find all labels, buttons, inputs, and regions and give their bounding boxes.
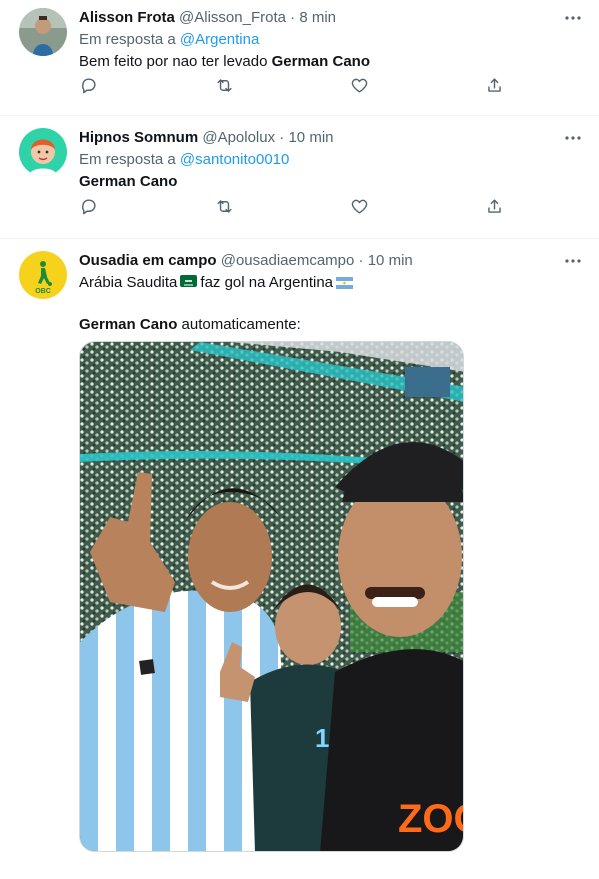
tweet-text-plain: Bem feito por nao ter levado — [79, 53, 272, 70]
avatar-logo-text: OBC — [35, 288, 51, 295]
timestamp[interactable]: 8 min — [299, 9, 336, 26]
share-icon[interactable] — [485, 197, 505, 217]
like-icon[interactable] — [350, 197, 370, 217]
like-icon[interactable] — [350, 76, 370, 96]
argentina-flag-icon — [336, 275, 354, 289]
avatar[interactable] — [19, 8, 67, 56]
separator: · — [279, 129, 285, 146]
reply-icon[interactable] — [79, 76, 99, 96]
separator: · — [358, 252, 364, 269]
reply-icon[interactable] — [79, 197, 99, 217]
tweet-text: Bem feito por nao ter levado German Cano — [79, 52, 579, 72]
more-icon[interactable] — [563, 251, 583, 271]
tweet-text-bold: German Cano — [79, 173, 178, 190]
more-icon[interactable] — [563, 8, 583, 28]
reply-context: Em resposta a @santonito0010 — [79, 150, 579, 170]
tweet-text-line1: Arábia Saudita faz gol na Argentina — [79, 273, 579, 293]
tweet-photo[interactable]: 14 ZOO — [79, 341, 464, 852]
tweet-text-rest: automaticamente: — [177, 316, 301, 333]
reply-to-link[interactable]: @Argentina — [180, 31, 259, 48]
reply-prefix: Em resposta a — [79, 31, 176, 48]
more-icon[interactable] — [563, 128, 583, 148]
tweet-text-bold: German Cano — [271, 53, 370, 70]
timestamp[interactable]: 10 min — [288, 129, 333, 146]
author-name[interactable]: Hipnos Somnum — [79, 129, 198, 146]
tweet-text-bold: German Cano — [79, 316, 178, 333]
share-icon[interactable] — [485, 76, 505, 96]
separator: · — [290, 9, 296, 26]
reply-context: Em resposta a @Argentina — [79, 30, 579, 50]
tweet-text-part2: faz gol na Argentina — [200, 274, 334, 291]
retweet-icon[interactable] — [215, 197, 235, 217]
tweet[interactable]: OBC Ousadia em campo @ousadiaemcampo · 1… — [0, 239, 599, 879]
action-bar — [79, 197, 509, 217]
reply-prefix: Em resposta a — [79, 151, 176, 168]
tweet-text: German Cano — [79, 172, 579, 192]
timestamp[interactable]: 10 min — [368, 252, 413, 269]
reply-to-link[interactable]: @santonito0010 — [180, 151, 289, 168]
action-bar — [79, 76, 509, 96]
tweet-text-part1: Arábia Saudita — [79, 274, 178, 291]
avatar[interactable] — [19, 128, 67, 176]
tweet-text-line2: German Cano automaticamente: — [79, 315, 579, 335]
avatar[interactable]: OBC — [19, 251, 67, 299]
author-name[interactable]: Alisson Frota — [79, 9, 175, 26]
tweet[interactable]: Hipnos Somnum @Apololux · 10 min Em resp… — [0, 116, 599, 239]
author-handle[interactable]: @Alisson_Frota — [179, 9, 286, 26]
tweet[interactable]: Alisson Frota @Alisson_Frota · 8 min Em … — [0, 0, 599, 116]
shirt-brand-text: ZOO — [398, 797, 464, 841]
author-handle[interactable]: @ousadiaemcampo — [221, 252, 355, 269]
retweet-icon[interactable] — [215, 76, 235, 96]
saudi-flag-icon — [180, 275, 198, 287]
author-handle[interactable]: @Apololux — [202, 129, 275, 146]
author-name[interactable]: Ousadia em campo — [79, 252, 217, 269]
